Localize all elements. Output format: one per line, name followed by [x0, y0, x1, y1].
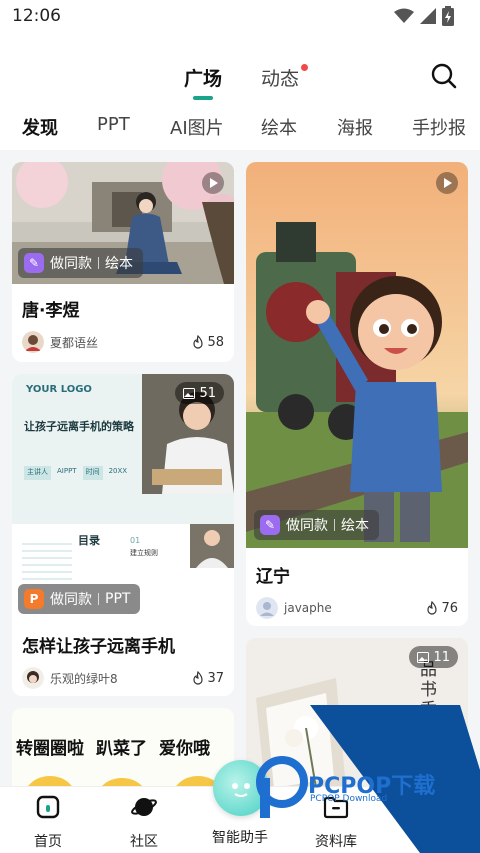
likes: 37 — [192, 671, 224, 686]
likes-count: 58 — [207, 334, 224, 350]
slide-heading: 让孩子远离手机的策略 — [24, 420, 134, 433]
likes-count: 76 — [441, 600, 458, 616]
tab-square[interactable]: 广场 — [184, 64, 222, 91]
image-count: 11 — [433, 649, 450, 665]
active-tab-indicator — [193, 96, 213, 100]
card-title: 怎样让孩子远离手机 — [22, 637, 175, 657]
flame-icon — [193, 335, 204, 349]
card-type-label: 绘本 — [105, 256, 133, 272]
planet-icon — [131, 798, 157, 816]
slide-sub: 建立规则 — [130, 549, 158, 557]
card-image: ✎ 做同款 绘本 — [12, 162, 234, 284]
status-bar: 12:06 — [0, 0, 480, 34]
author-name: javaphe — [284, 601, 332, 615]
cover-boy-train — [246, 162, 468, 548]
make-same-label: 做同款 — [286, 518, 328, 534]
pill-divider — [334, 519, 335, 531]
nav-community[interactable]: 社区 — [104, 793, 184, 851]
card-title: 辽宁 — [256, 567, 290, 587]
category-ai-image[interactable]: AI图片 — [170, 114, 224, 140]
make-same-pill[interactable]: ✎ 做同款 绘本 — [254, 510, 379, 540]
sticker-text-row: 转圈圈啦 趴菜了 爱你哦 — [16, 734, 210, 759]
slide-chip-label: 时间 — [82, 466, 103, 480]
category-handwritten-paper[interactable]: 手抄报 — [412, 114, 466, 140]
search-icon[interactable] — [430, 62, 458, 90]
category-ppt[interactable]: PPT — [97, 114, 130, 135]
status-icons — [394, 6, 454, 26]
image-icon — [417, 651, 430, 663]
likes: 76 — [426, 601, 458, 616]
avatar — [256, 597, 278, 619]
content-feed: ✎ 做同款 绘本 唐·李煜 夏都语丝 58 ✎ 做同款 绘本 辽宁 javaph… — [0, 150, 480, 786]
category-discover[interactable]: 发现 — [22, 114, 58, 140]
slide-toc-title: 目录 — [78, 534, 100, 547]
slide-chip-label: 主讲人 — [24, 466, 51, 480]
brush-icon: ✎ — [260, 515, 280, 535]
card-ppt[interactable]: YOUR LOGO 让孩子远离手机的策略 主讲人 AIPPT 时间 20XX 目… — [12, 374, 234, 696]
flame-icon — [193, 671, 204, 685]
make-same-label: 做同款 — [50, 592, 92, 608]
likes-count: 37 — [207, 670, 224, 686]
category-poster[interactable]: 海报 — [337, 114, 373, 140]
nav-label: 首页 — [34, 834, 62, 850]
nav-label: 社区 — [130, 834, 158, 850]
card-image: YOUR LOGO 让孩子远离手机的策略 主讲人 AIPPT 时间 20XX 目… — [12, 374, 234, 618]
status-time: 12:06 — [12, 6, 61, 26]
sticker-text: 转圈圈啦 — [16, 739, 84, 759]
home-icon — [36, 795, 60, 819]
sticker-text: 爱你哦 — [159, 739, 210, 759]
nav-home[interactable]: 首页 — [8, 793, 88, 851]
likes: 58 — [192, 335, 224, 350]
author-name: 乐观的绿叶8 — [50, 671, 118, 686]
watermark-overlay: PCPOP下载 PCPOP Download — [250, 700, 480, 853]
category-bar: 发现 PPT AI图片 绘本 海报 手抄报 — [0, 108, 480, 148]
play-icon — [202, 172, 224, 194]
slide-chips: 主讲人 AIPPT 时间 20XX — [24, 466, 134, 480]
make-same-pill[interactable]: ✎ 做同款 绘本 — [18, 248, 143, 278]
slide-num: 01 — [130, 536, 141, 545]
wifi-icon — [394, 8, 414, 23]
image-count-badge: 51 — [175, 382, 224, 404]
watermark-sub: PCPOP Download — [310, 794, 388, 804]
battery-icon — [442, 6, 454, 26]
pill-divider — [98, 257, 99, 269]
card-tang-liyu[interactable]: ✎ 做同款 绘本 唐·李煜 夏都语丝 58 — [12, 162, 234, 362]
author-row: 乐观的绿叶8 37 — [22, 666, 224, 690]
image-count: 51 — [199, 385, 216, 401]
author-row: javaphe 76 — [256, 596, 458, 620]
card-image: ✎ 做同款 绘本 — [246, 162, 468, 548]
make-same-label: 做同款 — [50, 256, 92, 272]
brush-icon: ✎ — [24, 253, 44, 273]
ppt-icon: P — [24, 589, 44, 609]
sticker-text: 趴菜了 — [96, 739, 147, 759]
author-row: 夏都语丝 58 — [22, 330, 224, 354]
avatar — [22, 331, 44, 353]
card-liaoning[interactable]: ✎ 做同款 绘本 辽宁 javaphe 76 — [246, 162, 468, 626]
signal-icon — [420, 8, 436, 24]
top-tabs: 广场 动态 — [0, 58, 480, 102]
slide-chip-value: AIPPT — [57, 467, 77, 475]
tab-activity[interactable]: 动态 — [261, 64, 299, 91]
sticker-cats — [28, 776, 220, 786]
make-same-pill[interactable]: P 做同款 PPT — [18, 584, 141, 614]
slide-list — [22, 538, 72, 582]
avatar — [22, 667, 44, 689]
notification-dot — [301, 64, 308, 71]
play-icon — [436, 172, 458, 194]
card-type-label: PPT — [105, 591, 131, 607]
slide-thumb-photo — [190, 524, 234, 568]
pill-divider — [98, 593, 99, 605]
card-title: 唐·李煜 — [22, 301, 80, 321]
slide-logo: YOUR LOGO — [26, 384, 92, 395]
slide-chip-value: 20XX — [108, 467, 128, 475]
category-picture-book[interactable]: 绘本 — [261, 114, 297, 140]
author-name: 夏都语丝 — [50, 335, 99, 350]
flame-icon — [427, 601, 438, 615]
card-sticker[interactable]: 转圈圈啦 趴菜了 爱你哦 — [12, 708, 234, 786]
card-type-label: 绘本 — [341, 518, 369, 534]
image-icon — [183, 387, 196, 399]
image-count-badge: 11 — [409, 646, 458, 668]
